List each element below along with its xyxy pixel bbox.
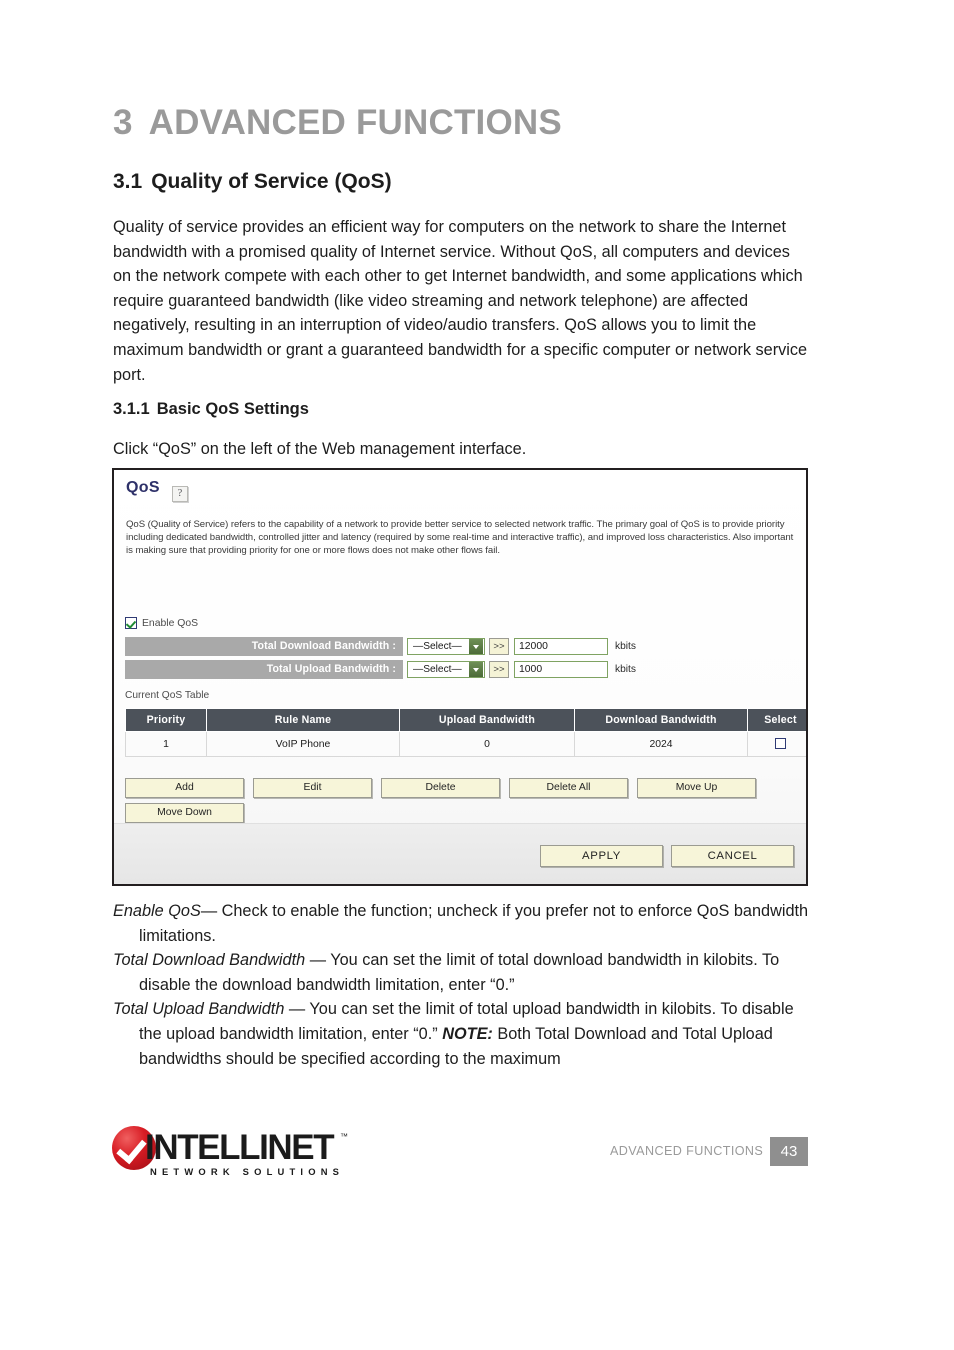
delete-button[interactable]: Delete [381,778,500,798]
cell-rule-name: VoIP Phone [206,731,400,757]
instruction-line: Click “QoS” on the left of the Web manag… [113,440,527,458]
cell-download-bandwidth: 2024 [574,731,748,757]
definition-enable-qos: Enable QoS— Check to enable the function… [113,899,813,948]
section-title-text: Quality of Service (QoS) [151,170,392,193]
total-download-bandwidth-label: Total Download Bandwidth : [125,637,403,656]
total-upload-bandwidth-label: Total Upload Bandwidth : [125,660,403,679]
table-row[interactable]: 1 VoIP Phone 0 2024 [125,731,806,757]
qos-panel-title: QoS [126,479,160,496]
chevron-down-icon [469,662,483,677]
column-header-priority: Priority [125,708,207,732]
qos-settings-screenshot: QoS ? QoS (Quality of Service) refers to… [112,468,808,886]
definition-text: — Check to enable the function; uncheck … [139,902,809,945]
qos-table-caption: Current QoS Table [125,690,210,701]
subsection-number: 3.1.1 [113,400,150,418]
edit-button[interactable]: Edit [253,778,372,798]
column-header-download-bandwidth: Download Bandwidth [574,708,748,732]
download-bandwidth-select[interactable]: —Select— [407,638,485,655]
action-buttons-row-1: Add Edit Delete Delete All Move Up [125,778,800,798]
field-definitions: Enable QoS— Check to enable the function… [113,899,813,1071]
subsection-title: 3.1.1 Basic QoS Settings [113,400,309,419]
delete-all-button[interactable]: Delete All [509,778,628,798]
cell-priority: 1 [125,731,207,757]
chapter-title: 3 ADVANCED FUNCTIONS [113,103,562,143]
chevron-down-icon [469,639,483,654]
definition-term: Enable QoS [113,902,201,920]
chapter-title-text: ADVANCED FUNCTIONS [148,103,562,142]
total-download-bandwidth-row: Total Download Bandwidth : —Select— >> 1… [125,637,636,656]
definition-term: Total Upload Bandwidth [113,1000,285,1019]
total-upload-bandwidth-row: Total Upload Bandwidth : —Select— >> 100… [125,660,636,679]
row-select-checkbox[interactable] [775,738,786,750]
action-buttons-row-2: Move Down [125,803,800,823]
move-down-button[interactable]: Move Down [125,803,244,823]
column-header-upload-bandwidth: Upload Bandwidth [399,708,575,732]
download-bandwidth-unit: kbits [615,641,636,652]
upload-bandwidth-unit: kbits [615,664,636,675]
upload-bandwidth-select[interactable]: —Select— [407,661,485,678]
footer-section-caption: ADVANCED FUNCTIONS [610,1144,764,1158]
section-title: 3.1 Quality of Service (QoS) [113,170,392,194]
current-qos-table: Priority Rule Name Upload Bandwidth Down… [125,708,806,757]
cancel-button[interactable]: CANCEL [671,845,794,867]
form-submit-buttons: APPLY CANCEL [540,845,794,867]
help-icon[interactable]: ? [172,486,188,502]
definition-total-download-bandwidth: Total Download Bandwidth — You can set t… [113,948,813,997]
section-body-paragraph: Quality of service provides an efficient… [113,218,808,384]
enable-qos-label: Enable QoS [142,617,199,629]
chapter-number: 3 [113,103,133,142]
column-header-select: Select [747,708,806,732]
move-up-button[interactable]: Move Up [637,778,756,798]
apply-button[interactable]: APPLY [540,845,663,867]
download-select-value: —Select— [413,641,462,652]
definition-total-upload-bandwidth: Total Upload Bandwidth — You can set the… [113,997,813,1071]
definition-note-label: NOTE: [442,1024,493,1043]
qos-panel-body: QoS ? QoS (Quality of Service) refers to… [114,470,806,884]
qos-action-buttons: Add Edit Delete Delete All Move Up Move … [125,778,800,828]
add-button[interactable]: Add [125,778,244,798]
qos-footer-bar: APPLY CANCEL [114,823,806,884]
upload-bandwidth-input[interactable]: 1000 [514,661,608,678]
upload-apply-preset-button[interactable]: >> [489,661,509,678]
subsection-title-text: Basic QoS Settings [156,400,309,418]
column-header-rule-name: Rule Name [206,708,400,732]
enable-qos-checkbox[interactable] [125,617,137,629]
page-number-badge: 43 [770,1137,808,1166]
page-footer: ADVANCED FUNCTIONS 43 [0,1137,954,1167]
definition-term: Total Download Bandwidth [113,951,306,970]
enable-qos-row[interactable]: Enable QoS [125,617,198,629]
download-apply-preset-button[interactable]: >> [489,638,509,655]
brand-tagline: NETWORK SOLUTIONS [150,1166,345,1177]
document-page: 3 ADVANCED FUNCTIONS 3.1 Quality of Servic… [0,0,954,1350]
download-bandwidth-input[interactable]: 12000 [514,638,608,655]
upload-select-value: —Select— [413,664,462,675]
qos-description: QoS (Quality of Service) refers to the c… [126,519,794,557]
section-number: 3.1 [113,170,143,193]
cell-select[interactable] [747,731,806,757]
table-header-row: Priority Rule Name Upload Bandwidth Down… [125,708,806,732]
cell-upload-bandwidth: 0 [399,731,575,757]
